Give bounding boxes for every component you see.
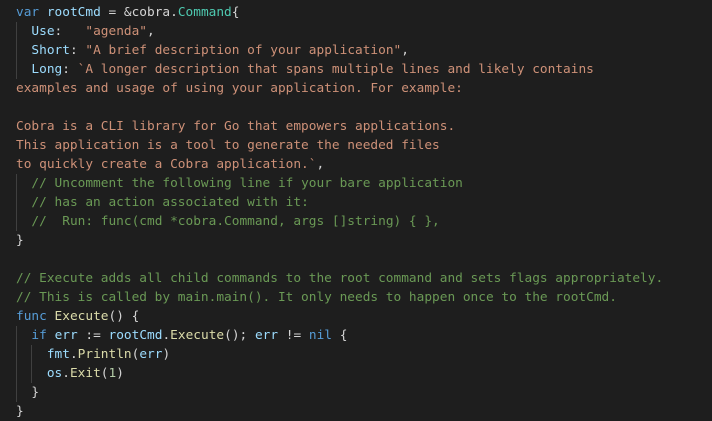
code-token: . (62, 366, 70, 381)
code-token: != (278, 328, 309, 343)
code-line[interactable]: fmt.Println(err) (0, 345, 712, 364)
indent-guide (31, 345, 33, 364)
code-token: to quickly create a Cobra application.` (16, 157, 317, 172)
code-token: := (77, 328, 109, 343)
code-token: err (139, 347, 163, 362)
code-line[interactable]: os.Exit(1) (0, 364, 712, 383)
code-token: ( (100, 366, 109, 381)
code-token: ) (162, 347, 171, 362)
indent-guide (16, 41, 17, 60)
indent-guide (16, 60, 17, 79)
code-line[interactable]: This application is a tool to generate t… (0, 136, 712, 155)
code-token: // Run: func(cmd *cobra.Command, args []… (31, 214, 440, 229)
code-line[interactable] (0, 98, 712, 117)
code-token: Execute (170, 328, 225, 343)
code-line[interactable]: Use: "agenda", (0, 22, 712, 41)
code-token: rootCmd (46, 5, 101, 20)
code-token: if (31, 328, 47, 343)
code-token: rootCmd (108, 328, 163, 343)
code-editor[interactable]: var rootCmd = &cobra.Command{ Use: "agen… (0, 0, 712, 421)
indent-guide (16, 364, 17, 383)
code-token: : (62, 62, 78, 77)
code-token: = &cobra. (100, 5, 178, 20)
code-line[interactable]: to quickly create a Cobra application.`, (0, 155, 712, 174)
code-token: : (54, 24, 86, 39)
indent-guide (16, 174, 17, 193)
code-line[interactable] (0, 250, 712, 269)
code-line[interactable]: } (0, 231, 712, 250)
indent-guide (16, 383, 17, 402)
code-token: Println (77, 347, 132, 362)
code-token: "agenda" (85, 24, 148, 39)
code-token: Cobra is a CLI library for Go that empow… (16, 119, 456, 134)
code-line[interactable]: Cobra is a CLI library for Go that empow… (0, 117, 712, 136)
code-token: Exit (69, 366, 101, 381)
code-token: `A longer description that spans multipl… (77, 62, 594, 77)
code-token: , (401, 43, 409, 58)
code-line[interactable]: // has an action associated with it: (0, 193, 712, 212)
code-token: . (69, 347, 78, 362)
code-token: . (162, 328, 171, 343)
code-token: (); (224, 328, 255, 343)
indent-guide (16, 345, 17, 364)
code-token: os (46, 366, 63, 381)
code-line[interactable]: } (0, 383, 712, 402)
indent-guide (16, 193, 17, 212)
code-line[interactable]: } (0, 402, 712, 421)
code-token: // This is called by main.main(). It onl… (16, 290, 617, 305)
code-line[interactable]: Long: `A longer description that spans m… (0, 60, 712, 79)
code-token: , (316, 157, 325, 172)
code-line[interactable]: // Uncomment the following line if your … (0, 174, 712, 193)
code-token: } (16, 404, 24, 419)
code-token: fmt (46, 347, 70, 362)
code-token: "A brief description of your application… (85, 43, 402, 58)
code-token: ) (116, 366, 124, 381)
code-token: Command (177, 5, 232, 20)
code-token: () { (108, 309, 140, 324)
code-token: err (54, 328, 78, 343)
code-token: , (147, 24, 155, 39)
indent-guide (16, 22, 17, 41)
code-token: Execute (54, 309, 109, 324)
code-line[interactable]: if err := rootCmd.Execute(); err != nil … (0, 326, 712, 345)
code-token: Use (31, 24, 55, 39)
indent-guide (31, 364, 33, 383)
code-token: } (16, 233, 24, 248)
code-token: } (16, 385, 40, 400)
code-token: func (16, 309, 47, 324)
code-token: // has an action associated with it: (31, 195, 309, 210)
code-token: nil (308, 328, 333, 343)
code-token: var (16, 5, 40, 20)
code-token: // Execute adds all child commands to th… (16, 271, 664, 286)
code-token: { (231, 5, 240, 20)
code-token: // Uncomment the following line if your … (31, 176, 463, 191)
code-line[interactable]: // Run: func(cmd *cobra.Command, args []… (0, 212, 712, 231)
code-line[interactable]: var rootCmd = &cobra.Command{ (0, 3, 712, 22)
code-line[interactable]: // This is called by main.main(). It onl… (0, 288, 712, 307)
code-token: examples and usage of using your applica… (16, 81, 463, 96)
code-token: This application is a tool to generate t… (16, 138, 440, 153)
code-line[interactable]: Short: "A brief description of your appl… (0, 41, 712, 60)
indent-guide (16, 326, 17, 345)
code-token: err (254, 328, 279, 343)
indent-guide (16, 212, 17, 231)
code-token: : (69, 43, 86, 58)
code-line[interactable]: func Execute() { (0, 307, 712, 326)
code-token: { (332, 328, 348, 343)
code-line[interactable]: // Execute adds all child commands to th… (0, 269, 712, 288)
code-token: Short (31, 43, 70, 58)
code-token: Long (31, 62, 63, 77)
code-line[interactable]: examples and usage of using your applica… (0, 79, 712, 98)
